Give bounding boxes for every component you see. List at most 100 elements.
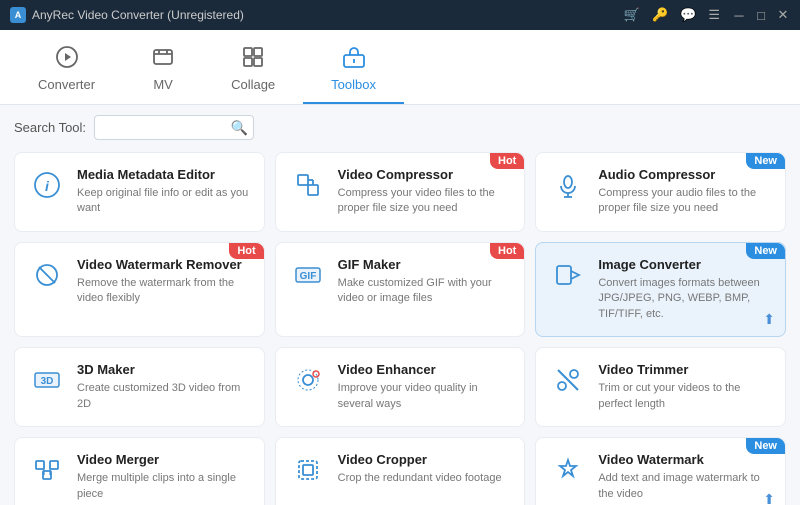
tool-card-video-merger[interactable]: Video Merger Merge multiple clips into a…: [14, 437, 265, 505]
tool-info-video-trimmer: Video Trimmer Trim or cut your videos to…: [598, 362, 771, 412]
tool-info-3d-maker: 3D Maker Create customized 3D video from…: [77, 362, 250, 412]
tool-info-video-watermark-remover: Video Watermark Remover Remove the water…: [77, 257, 250, 307]
key-icon[interactable]: 🔑: [652, 7, 668, 23]
tool-card-video-watermark-remover[interactable]: Hot Video Watermark Remover Remove the w…: [14, 242, 265, 337]
tool-info-gif-maker: GIF Maker Make customized GIF with your …: [338, 257, 511, 307]
tool-icon-media-metadata-editor: i: [29, 167, 65, 203]
badge-image-converter: New: [746, 243, 785, 259]
tool-info-video-compressor: Video Compressor Compress your video fil…: [338, 167, 511, 217]
tool-info-video-watermark: Video Watermark Add text and image water…: [598, 452, 771, 502]
tool-desc-video-cropper: Crop the redundant video footage: [338, 471, 511, 486]
tool-info-image-converter: Image Converter Convert images formats b…: [598, 257, 771, 322]
tool-card-video-compressor[interactable]: Hot Video Compressor Compress your video…: [275, 152, 526, 232]
tool-icon-video-cropper: [290, 452, 326, 488]
window-controls[interactable]: ─ □ ✕: [732, 8, 790, 22]
tool-card-image-converter[interactable]: New Image Converter Convert images forma…: [535, 242, 786, 337]
tool-icon-video-merger: [29, 452, 65, 488]
close-button[interactable]: ✕: [776, 8, 790, 22]
title-bar-left: A AnyRec Video Converter (Unregistered): [10, 7, 244, 23]
tool-icon-video-enhancer: [290, 362, 326, 398]
tool-desc-image-converter: Convert images formats between JPG/JPEG,…: [598, 276, 771, 322]
tab-converter[interactable]: Converter: [10, 37, 123, 104]
badge-video-watermark-remover: Hot: [229, 243, 263, 259]
tool-name-gif-maker: GIF Maker: [338, 257, 511, 272]
tool-desc-video-compressor: Compress your video files to the proper …: [338, 186, 511, 217]
maximize-button[interactable]: □: [754, 8, 768, 22]
badge-gif-maker: Hot: [490, 243, 524, 259]
tool-desc-video-trimmer: Trim or cut your videos to the perfect l…: [598, 381, 771, 412]
tool-icon-image-converter: [550, 257, 586, 293]
svg-text:i: i: [45, 178, 50, 194]
tool-desc-video-watermark: Add text and image watermark to the vide…: [598, 471, 771, 502]
tab-mv[interactable]: MV: [123, 37, 203, 104]
toolbox-icon: [342, 45, 366, 73]
tab-collage-label: Collage: [231, 77, 275, 92]
tool-info-video-cropper: Video Cropper Crop the redundant video f…: [338, 452, 511, 486]
tool-card-video-watermark[interactable]: New Video Watermark Add text and image w…: [535, 437, 786, 505]
tool-name-media-metadata-editor: Media Metadata Editor: [77, 167, 250, 182]
tool-desc-video-watermark-remover: Remove the watermark from the video flex…: [77, 276, 250, 307]
tool-name-video-trimmer: Video Trimmer: [598, 362, 771, 377]
title-bar: A AnyRec Video Converter (Unregistered) …: [0, 0, 800, 30]
tool-icon-gif-maker: GIF: [290, 257, 326, 293]
scroll-top-icon: ⬆: [763, 311, 775, 328]
tool-desc-video-merger: Merge multiple clips into a single piece: [77, 471, 250, 502]
tool-info-media-metadata-editor: Media Metadata Editor Keep original file…: [77, 167, 250, 217]
tool-name-video-watermark-remover: Video Watermark Remover: [77, 257, 250, 272]
converter-icon: [55, 45, 79, 73]
tool-info-video-enhancer: Video Enhancer Improve your video qualit…: [338, 362, 511, 412]
menu-icon[interactable]: ☰: [708, 7, 720, 23]
tool-name-video-compressor: Video Compressor: [338, 167, 511, 182]
app-title: AnyRec Video Converter (Unregistered): [32, 8, 244, 22]
scroll-top-icon: ⬆: [763, 491, 775, 505]
chat-icon[interactable]: 💬: [680, 7, 696, 23]
search-icon[interactable]: 🔍: [231, 119, 248, 136]
tool-card-media-metadata-editor[interactable]: i Media Metadata Editor Keep original fi…: [14, 152, 265, 232]
svg-text:GIF: GIF: [299, 271, 316, 282]
minimize-button[interactable]: ─: [732, 8, 746, 22]
tab-toolbox-label: Toolbox: [331, 77, 376, 92]
tool-name-video-cropper: Video Cropper: [338, 452, 511, 467]
tool-card-video-enhancer[interactable]: Video Enhancer Improve your video qualit…: [275, 347, 526, 427]
tool-info-video-merger: Video Merger Merge multiple clips into a…: [77, 452, 250, 502]
tool-icon-video-compressor: [290, 167, 326, 203]
tab-toolbox[interactable]: Toolbox: [303, 37, 404, 104]
badge-video-compressor: Hot: [490, 153, 524, 169]
collage-icon: [241, 45, 265, 73]
tool-grid: i Media Metadata Editor Keep original fi…: [14, 152, 786, 505]
tool-card-3d-maker[interactable]: 3D 3D Maker Create customized 3D video f…: [14, 347, 265, 427]
cart-icon[interactable]: 🛒: [624, 7, 640, 23]
search-label: Search Tool:: [14, 120, 86, 135]
tool-info-audio-compressor: Audio Compressor Compress your audio fil…: [598, 167, 771, 217]
tool-desc-gif-maker: Make customized GIF with your video or i…: [338, 276, 511, 307]
nav-tabs: Converter MV Collage: [0, 30, 800, 105]
tool-name-video-merger: Video Merger: [77, 452, 250, 467]
app-logo: A: [10, 7, 26, 23]
tab-collage[interactable]: Collage: [203, 37, 303, 104]
tool-icon-video-trimmer: [550, 362, 586, 398]
tool-name-image-converter: Image Converter: [598, 257, 771, 272]
search-bar: Search Tool: 🔍: [14, 115, 786, 140]
tool-card-gif-maker[interactable]: Hot GIF GIF Maker Make customized GIF wi…: [275, 242, 526, 337]
tool-card-video-trimmer[interactable]: Video Trimmer Trim or cut your videos to…: [535, 347, 786, 427]
tool-icon-video-watermark-remover: [29, 257, 65, 293]
title-bar-right[interactable]: 🛒 🔑 💬 ☰ ─ □ ✕: [624, 7, 790, 23]
search-input-wrap: 🔍: [94, 115, 254, 140]
tab-converter-label: Converter: [38, 77, 95, 92]
tool-icon-3d-maker: 3D: [29, 362, 65, 398]
tool-desc-media-metadata-editor: Keep original file info or edit as you w…: [77, 186, 250, 217]
tool-desc-video-enhancer: Improve your video quality in several wa…: [338, 381, 511, 412]
tool-card-video-cropper[interactable]: Video Cropper Crop the redundant video f…: [275, 437, 526, 505]
badge-audio-compressor: New: [746, 153, 785, 169]
tab-mv-label: MV: [153, 77, 173, 92]
tool-icon-audio-compressor: [550, 167, 586, 203]
tool-name-audio-compressor: Audio Compressor: [598, 167, 771, 182]
badge-video-watermark: New: [746, 438, 785, 454]
tool-card-audio-compressor[interactable]: New Audio Compressor Compress your audio…: [535, 152, 786, 232]
main-content: Search Tool: 🔍 i Media Metadata Editor K…: [0, 105, 800, 505]
tool-name-video-watermark: Video Watermark: [598, 452, 771, 467]
mv-icon: [151, 45, 175, 73]
tool-name-3d-maker: 3D Maker: [77, 362, 250, 377]
tool-desc-3d-maker: Create customized 3D video from 2D: [77, 381, 250, 412]
tool-name-video-enhancer: Video Enhancer: [338, 362, 511, 377]
